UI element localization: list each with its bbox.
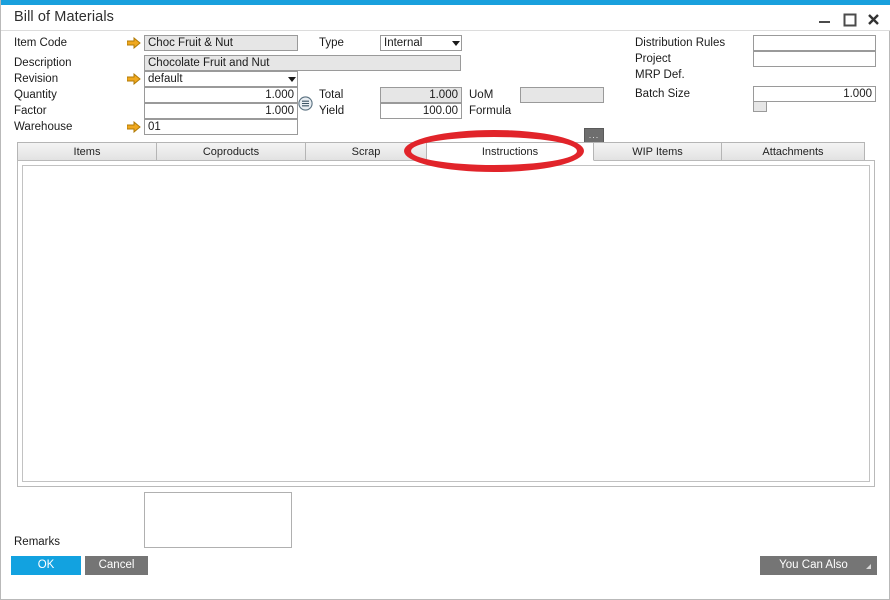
window-title: Bill of Materials xyxy=(14,9,114,25)
tab-scrap[interactable]: Scrap xyxy=(305,142,427,161)
maximize-icon[interactable] xyxy=(841,11,858,28)
total-label: Total xyxy=(319,88,343,102)
project-label: Project xyxy=(635,52,671,66)
uom-field[interactable] xyxy=(520,87,604,103)
tab-wip-items[interactable]: WIP Items xyxy=(593,142,722,161)
item-code-link-arrow-icon[interactable] xyxy=(127,37,141,49)
tab-coproducts[interactable]: Coproducts xyxy=(156,142,306,161)
mrp-def-label: MRP Def. xyxy=(635,68,685,82)
distribution-rules-field[interactable] xyxy=(753,35,876,51)
distribution-rules-label: Distribution Rules xyxy=(635,36,725,50)
item-code-label: Item Code xyxy=(14,36,67,50)
formula-browse-button[interactable]: ... xyxy=(584,128,604,143)
remarks-label: Remarks xyxy=(14,536,60,548)
uom-label: UoM xyxy=(469,88,493,102)
bill-of-materials-window: Bill of Materials Item Code Choc Fruit &… xyxy=(0,0,890,600)
batch-size-label: Batch Size xyxy=(635,87,690,101)
yield-field[interactable]: 100.00 xyxy=(380,103,462,119)
you-can-also-button[interactable]: You Can Also xyxy=(760,556,877,575)
revision-label: Revision xyxy=(14,72,58,86)
warehouse-field[interactable]: 01 xyxy=(144,119,298,135)
factor-label: Factor xyxy=(14,104,47,118)
description-field[interactable]: Chocolate Fruit and Nut xyxy=(144,55,461,71)
description-label: Description xyxy=(14,56,72,70)
type-label: Type xyxy=(319,36,344,50)
header-form: Item Code Choc Fruit & Nut Description C… xyxy=(1,32,890,132)
quantity-field[interactable]: 1.000 xyxy=(144,87,298,103)
yield-label: Yield xyxy=(319,104,344,118)
minimize-icon[interactable] xyxy=(816,11,833,28)
tab-instructions[interactable]: Instructions xyxy=(426,142,594,161)
item-code-field[interactable]: Choc Fruit & Nut xyxy=(144,35,298,51)
close-icon[interactable] xyxy=(865,11,882,28)
you-can-also-arrow-icon xyxy=(866,564,871,569)
warehouse-link-arrow-icon[interactable] xyxy=(127,121,141,133)
project-field[interactable] xyxy=(753,51,876,67)
formula-browse-label: ... xyxy=(585,129,603,141)
you-can-also-label: You Can Also xyxy=(779,559,848,571)
formula-label: Formula xyxy=(469,104,511,118)
revision-field[interactable]: default xyxy=(144,71,298,87)
factor-field[interactable]: 1.000 xyxy=(144,103,298,119)
instructions-tab-panel xyxy=(17,160,875,487)
title-bar: Bill of Materials xyxy=(1,5,890,31)
ok-button[interactable]: OK xyxy=(11,556,81,575)
cancel-button[interactable]: Cancel xyxy=(85,556,148,575)
batch-size-field[interactable]: 1.000 xyxy=(753,86,876,102)
revision-list-icon[interactable] xyxy=(298,96,313,111)
tab-items[interactable]: Items xyxy=(17,142,157,161)
tab-strip: Items Coproducts Scrap Instructions WIP … xyxy=(17,142,849,161)
revision-link-arrow-icon[interactable] xyxy=(127,73,141,85)
total-field: 1.000 xyxy=(380,87,462,103)
tab-attachments[interactable]: Attachments xyxy=(721,142,865,161)
remarks-textarea[interactable] xyxy=(144,492,292,548)
instructions-textarea[interactable] xyxy=(22,165,870,482)
type-chevron-down-icon[interactable] xyxy=(450,37,463,51)
warehouse-label: Warehouse xyxy=(14,120,72,134)
quantity-label: Quantity xyxy=(14,88,57,102)
revision-chevron-down-icon[interactable] xyxy=(286,73,299,87)
